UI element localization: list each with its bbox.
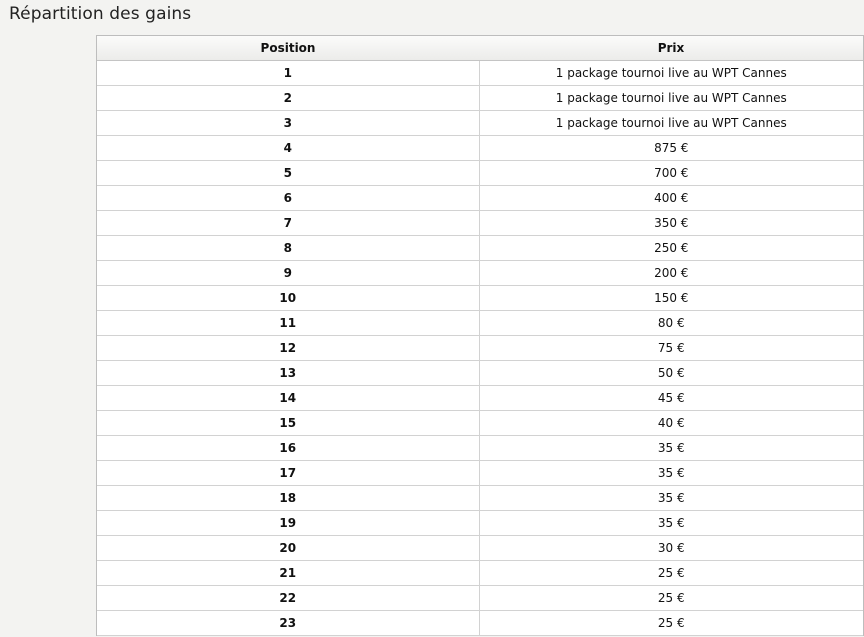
position-cell: 4 — [97, 135, 480, 161]
prize-cell: 25 € — [479, 585, 863, 611]
prize-cell: 25 € — [479, 610, 863, 636]
table-header-row: Position Prix — [97, 36, 863, 61]
position-cell: 8 — [97, 235, 480, 261]
prize-cell: 35 € — [479, 460, 863, 486]
position-cell: 13 — [97, 360, 480, 386]
prize-cell: 75 € — [479, 335, 863, 361]
table-body: 11 package tournoi live au WPT Cannes 2 1 … — [97, 60, 863, 636]
table-row: 13 50 € — [97, 360, 863, 386]
prize-cell: 40 € — [479, 410, 863, 436]
position-cell: 22 — [97, 585, 480, 611]
page-title: Répartition des gains — [9, 4, 192, 24]
position-cell: 12 — [97, 335, 480, 361]
table-row: 22 25 € — [97, 585, 863, 611]
prize-cell: 45 € — [479, 385, 863, 411]
table-row: 20 30 € — [97, 535, 863, 561]
position-cell: 1 — [97, 60, 480, 86]
position-cell: 3 — [97, 110, 480, 136]
position-cell: 18 — [97, 485, 480, 511]
table-row: 5 700 € — [97, 160, 863, 186]
table-row: 16 35 € — [97, 435, 863, 461]
prize-cell: 80 € — [479, 310, 863, 336]
table-row: 11 80 € — [97, 310, 863, 336]
table-row: 4 875 € — [97, 135, 863, 161]
prize-cell: 25 € — [479, 560, 863, 586]
table-row: 18 35 € — [97, 485, 863, 511]
prize-table: Position Prix 11 package tournoi live au… — [97, 36, 863, 636]
position-cell: 5 — [97, 160, 480, 186]
position-cell: 20 — [97, 535, 480, 561]
column-header-position: Position — [97, 36, 479, 61]
prize-cell: 50 € — [479, 360, 863, 386]
position-cell: 11 — [97, 310, 480, 336]
prize-cell: 200 € — [479, 260, 863, 286]
table-row: 7 350 € — [97, 210, 863, 236]
position-cell: 23 — [97, 610, 480, 636]
table-row: 21 25 € — [97, 560, 863, 586]
position-cell: 17 — [97, 460, 480, 486]
table-row: 10 150 € — [97, 285, 863, 311]
position-cell: 16 — [97, 435, 480, 461]
table-row: 11 package tournoi live au WPT Cannes — [97, 60, 863, 86]
prize-cell: 35 € — [479, 435, 863, 461]
prize-cell: 150 € — [479, 285, 863, 311]
table-row: 9 200 € — [97, 260, 863, 286]
column-header-prize: Prix — [479, 36, 863, 61]
position-cell: 10 — [97, 285, 480, 311]
table-row: 17 35 € — [97, 460, 863, 486]
prize-cell: 350 € — [479, 210, 863, 236]
position-cell: 9 — [97, 260, 480, 286]
prize-cell: 700 € — [479, 160, 863, 186]
table-row: 23 25 € — [97, 610, 863, 636]
position-cell: 2 — [97, 85, 480, 111]
position-cell: 19 — [97, 510, 480, 536]
table-row: 12 75 € — [97, 335, 863, 361]
prize-cell: 875 € — [479, 135, 863, 161]
table-row: 19 35 € — [97, 510, 863, 536]
position-cell: 14 — [97, 385, 480, 411]
table-row: 8 250 € — [97, 235, 863, 261]
position-cell: 6 — [97, 185, 480, 211]
prize-cell: 1 package tournoi live au WPT Cannes — [479, 60, 863, 86]
prize-cell: 30 € — [479, 535, 863, 561]
table-row: 31 package tournoi live au WPT Cannes — [97, 110, 863, 136]
table-row: 14 45 € — [97, 385, 863, 411]
position-cell: 21 — [97, 560, 480, 586]
prize-cell: 35 € — [479, 510, 863, 536]
prize-cell: 400 € — [479, 185, 863, 211]
position-cell: 7 — [97, 210, 480, 236]
table-row: 21 package tournoi live au WPT Cannes — [97, 85, 863, 111]
position-cell: 15 — [97, 410, 480, 436]
table-row: 15 40 € — [97, 410, 863, 436]
prize-cell: 1 package tournoi live au WPT Cannes — [479, 110, 863, 136]
prize-cell: 250 € — [479, 235, 863, 261]
prize-table-container: Position Prix 11 package tournoi live au… — [96, 35, 864, 636]
prize-cell: 1 package tournoi live au WPT Cannes — [479, 85, 863, 111]
prize-cell: 35 € — [479, 485, 863, 511]
table-row: 6 400 € — [97, 185, 863, 211]
